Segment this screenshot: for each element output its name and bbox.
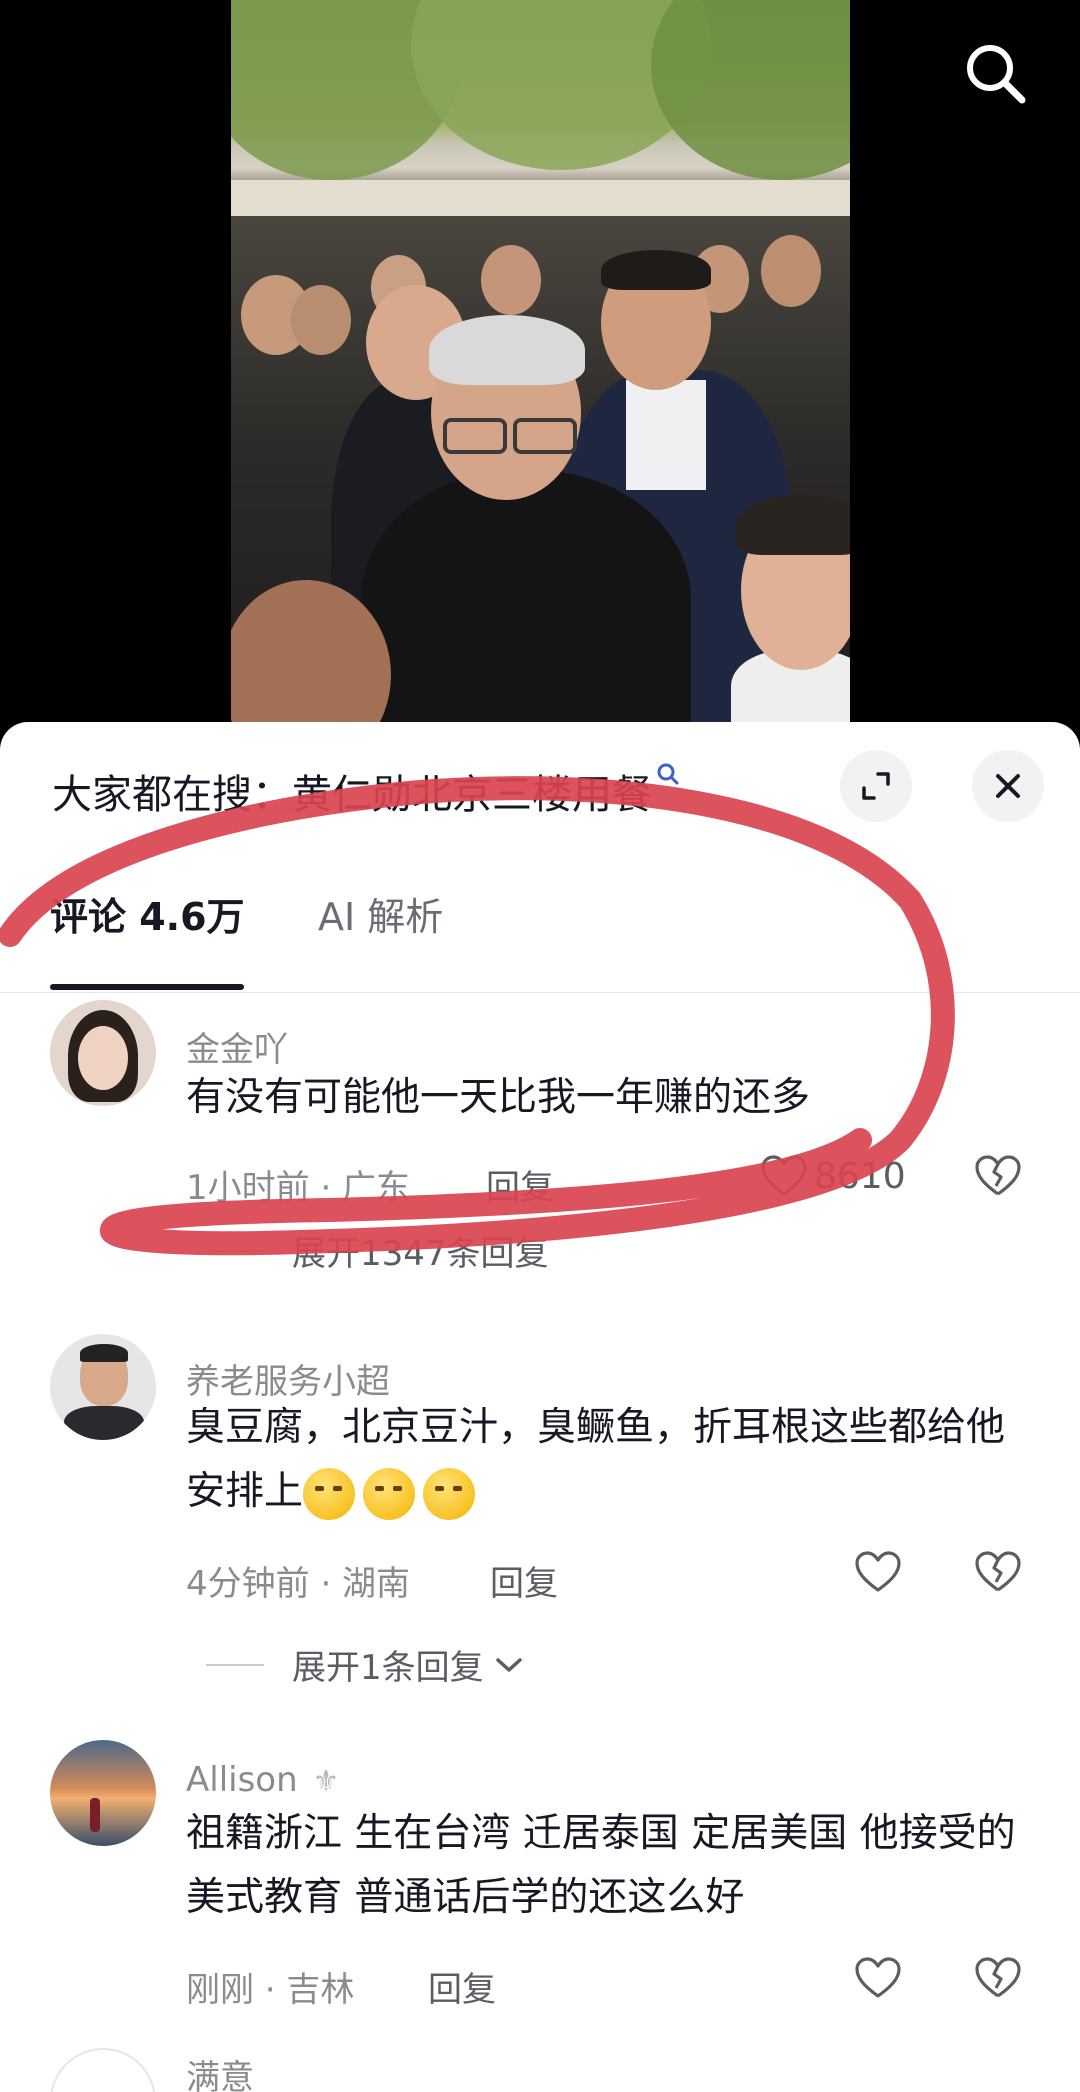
reply-button[interactable]: 回复 <box>428 1962 496 2011</box>
comment-username[interactable]: 金金吖 <box>186 1022 288 1071</box>
main-person-body <box>361 470 691 730</box>
stone-railing <box>231 180 850 216</box>
reply-button[interactable]: 回复 <box>490 1556 558 1605</box>
gray-hair <box>429 315 585 385</box>
comment-time-location: 刚刚 · 吉林 <box>186 1970 355 2010</box>
broken-heart-icon <box>975 1551 1021 1592</box>
comment-text: 臭豆腐，北京豆汁，臭鳜鱼，折耳根这些都给他安排上 <box>186 1396 1036 1524</box>
comment-text: 有没有可能他一天比我一年赚的还多 <box>186 1075 811 1120</box>
comment-sheet: 大家都在搜：黄仁勋北京三楼用餐 评论 4.6万 AI 解析 金金吖 有没有可能他… <box>0 722 1080 2092</box>
glasses-lens <box>513 418 577 454</box>
thinking-emoji-icon <box>303 1467 356 1520</box>
hair <box>601 250 711 290</box>
thinking-emoji-icon <box>423 1467 476 1520</box>
video-player[interactable] <box>0 0 1080 730</box>
hair <box>736 495 850 555</box>
comment-tabs: 评论 4.6万 AI 解析 <box>0 874 1080 993</box>
dislike-button[interactable] <box>974 1956 1022 2004</box>
like-button[interactable] <box>854 1550 902 1594</box>
comment-item: 金金吖 有没有可能他一天比我一年赚的还多 1小时前 · 广东 回复 8610 展… <box>0 1000 1080 1274</box>
broken-heart-icon <box>975 1957 1021 1998</box>
expand-icon <box>862 772 890 800</box>
avatar[interactable] <box>50 1334 156 1440</box>
comment-time-location: 1小时前 · 广东 <box>186 1168 411 1208</box>
avatar[interactable] <box>50 1000 156 1106</box>
active-tab-indicator <box>50 984 244 990</box>
dislike-button[interactable] <box>974 1550 1022 1598</box>
dislike-button[interactable] <box>974 1154 1022 1202</box>
search-topic-link[interactable]: 大家都在搜：黄仁勋北京三楼用餐 <box>52 762 680 820</box>
search-button[interactable] <box>960 38 1032 110</box>
crowd-person <box>291 285 351 355</box>
like-button[interactable] <box>854 1956 902 2000</box>
expand-replies-button[interactable]: 展开1347条回复 <box>206 1226 549 1275</box>
thinking-emoji-icon <box>363 1467 416 1520</box>
broken-heart-icon <box>975 1155 1021 1196</box>
divider-line <box>206 1663 264 1666</box>
expand-replies-label: 展开1347条回复 <box>292 1234 549 1274</box>
username-text: Allison <box>186 1760 298 1800</box>
comment-username[interactable]: 满意 <box>186 2050 254 2092</box>
close-icon <box>996 774 1020 798</box>
like-count: 8610 <box>814 1155 906 1197</box>
expand-replies-button[interactable]: 展开1条回复 <box>206 1640 526 1689</box>
comment-text: 祖籍浙江 生在台湾 迁居泰国 定居美国 他接受的美式教育 普通话后学的还这么好 <box>186 1811 1016 1920</box>
reply-button[interactable]: 回复 <box>486 1160 554 1209</box>
avatar[interactable] <box>50 1740 156 1846</box>
comment-item: 满意 <box>0 2044 1080 2092</box>
glasses-lens <box>443 418 507 454</box>
comment-item: Allison ⚜ 祖籍浙江 生在台湾 迁居泰国 定居美国 他接受的美式教育 普… <box>0 1740 1080 2010</box>
expand-button[interactable] <box>840 750 912 822</box>
white-shirt <box>626 380 706 490</box>
avatar[interactable] <box>50 2048 156 2092</box>
crowd-person <box>761 235 821 307</box>
search-icon <box>967 45 1026 104</box>
heart-icon <box>855 1551 901 1592</box>
comment-username[interactable]: Allison ⚜ <box>186 1760 339 1800</box>
heart-icon <box>855 1957 901 1998</box>
tree-foliage <box>651 0 850 180</box>
chevron-down-icon <box>495 1657 522 1672</box>
comment-item: 养老服务小超 臭豆腐，北京豆汁，臭鳜鱼，折耳根这些都给他安排上 4分钟前 · 湖… <box>0 1334 1080 1688</box>
divider-line <box>206 1249 264 1252</box>
tab-ai-analysis[interactable]: AI 解析 <box>318 886 443 941</box>
search-topic-text: 大家都在搜：黄仁勋北京三楼用餐 <box>52 772 652 818</box>
fleur-de-lis-badge-icon: ⚜ <box>312 1764 340 1799</box>
close-button[interactable] <box>972 750 1044 822</box>
search-small-icon <box>657 763 679 785</box>
comment-time-location: 4分钟前 · 湖南 <box>186 1564 411 1604</box>
like-button[interactable]: 8610 <box>760 1154 906 1198</box>
video-frame <box>231 0 850 730</box>
tab-comments[interactable]: 评论 4.6万 <box>50 886 245 941</box>
heart-icon <box>761 1155 807 1196</box>
crowd-person <box>481 245 541 315</box>
expand-replies-label: 展开1条回复 <box>292 1648 484 1688</box>
